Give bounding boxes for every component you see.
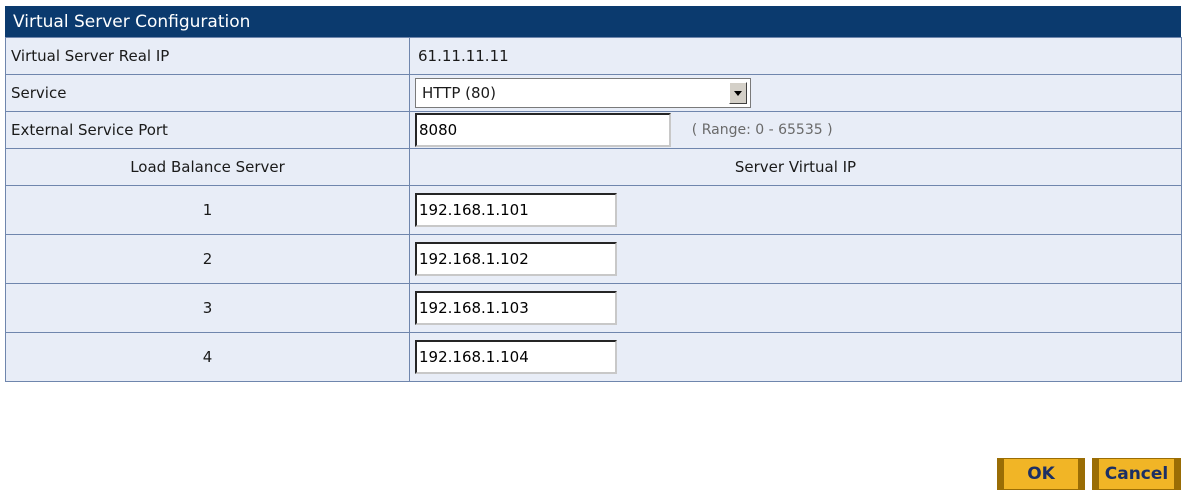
server-ip-input[interactable] — [415, 340, 617, 374]
server-index: 3 — [5, 283, 410, 333]
server-ip-input[interactable] — [415, 291, 617, 325]
config-table: Virtual Server Real IP 61.11.11.11 Servi… — [5, 37, 1182, 382]
service-select[interactable]: HTTP (80) — [415, 78, 751, 108]
real-ip-label: Virtual Server Real IP — [5, 37, 410, 75]
balance-row: 3 — [5, 283, 1182, 333]
port-range-hint: ( Range: 0 - 65535 ) — [691, 122, 833, 138]
server-index: 1 — [5, 185, 410, 235]
balance-row: 1 — [5, 185, 1182, 235]
balance-row: 4 — [5, 332, 1182, 382]
external-port-row: External Service Port ( Range: 0 - 65535… — [5, 111, 1182, 149]
server-ip-input[interactable] — [415, 193, 617, 227]
service-selected-value: HTTP (80) — [422, 84, 496, 102]
ok-button[interactable]: OK — [997, 458, 1085, 490]
balance-header-row: Load Balance Server Server Virtual IP — [5, 148, 1182, 186]
col-header-load-balance-server: Load Balance Server — [5, 148, 410, 186]
external-port-input[interactable] — [415, 113, 671, 147]
dropdown-arrow-icon[interactable] — [729, 82, 747, 104]
virtual-server-config-panel: Virtual Server Configuration Virtual Ser… — [5, 6, 1182, 382]
external-port-label: External Service Port — [5, 111, 410, 149]
action-buttons: OK Cancel — [997, 458, 1181, 490]
server-ip-input[interactable] — [415, 242, 617, 276]
service-label: Service — [5, 74, 410, 112]
service-row: Service HTTP (80) — [5, 74, 1182, 112]
cancel-button[interactable]: Cancel — [1092, 458, 1181, 490]
real-ip-row: Virtual Server Real IP 61.11.11.11 — [5, 37, 1182, 75]
balance-row: 2 — [5, 234, 1182, 284]
server-index: 2 — [5, 234, 410, 284]
server-index: 4 — [5, 332, 410, 382]
col-header-server-virtual-ip: Server Virtual IP — [409, 148, 1182, 186]
real-ip-value: 61.11.11.11 — [418, 47, 509, 65]
panel-title: Virtual Server Configuration — [5, 6, 1181, 37]
